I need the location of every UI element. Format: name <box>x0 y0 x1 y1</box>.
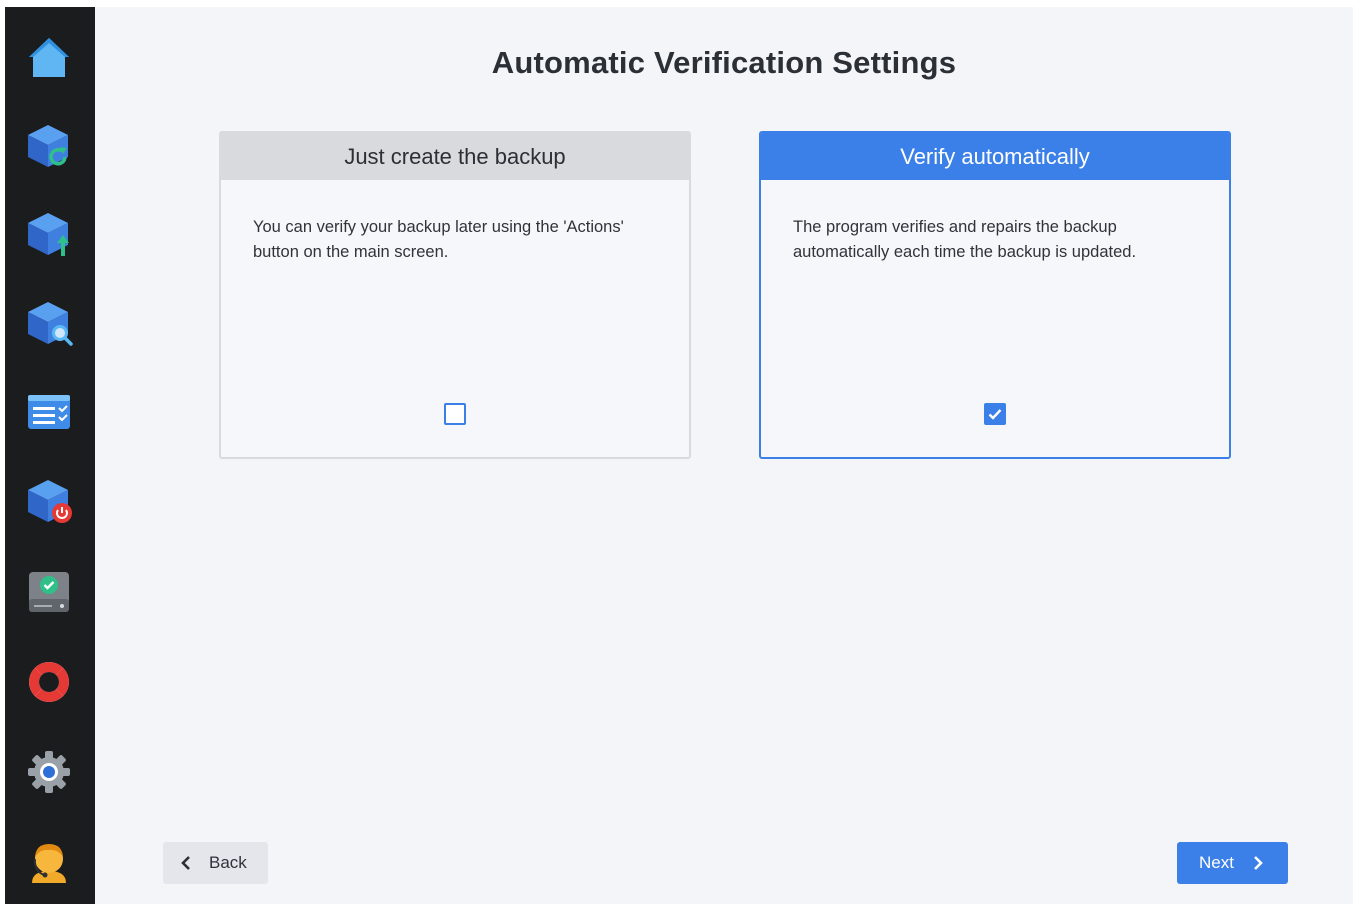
option-card-description: The program verifies and repairs the bac… <box>793 218 1137 261</box>
back-button[interactable]: Back <box>163 842 268 884</box>
option-card-description: You can verify your backup later using t… <box>253 218 624 261</box>
sidebar <box>5 7 95 904</box>
sidebar-item-disk-check[interactable] <box>21 564 77 620</box>
option-card-verify-automatically[interactable]: Verify automatically The program verifie… <box>759 131 1231 459</box>
sidebar-item-backup-update[interactable] <box>21 118 77 174</box>
sidebar-item-home[interactable] <box>21 30 77 86</box>
option-checkbox-just-backup[interactable] <box>444 403 466 425</box>
backup-refresh-icon <box>28 125 68 167</box>
next-button-label: Next <box>1199 853 1234 872</box>
sidebar-item-support[interactable] <box>21 834 77 890</box>
option-checkbox-verify-automatically[interactable] <box>984 403 1006 425</box>
drive-check-icon <box>29 572 69 612</box>
sidebar-item-backup-explore[interactable] <box>21 295 77 351</box>
backup-upload-icon <box>28 213 69 256</box>
sidebar-item-help[interactable] <box>21 654 77 710</box>
backup-search-icon <box>28 302 73 346</box>
app-window: Automatic Verification Settings Just cre… <box>5 7 1353 904</box>
checkmark-icon <box>988 409 1002 420</box>
support-agent-icon <box>32 844 66 883</box>
task-list-icon <box>28 395 70 429</box>
page-title: Automatic Verification Settings <box>491 45 957 80</box>
sidebar-item-backup-upload[interactable] <box>21 206 77 262</box>
sidebar-item-task-list[interactable] <box>21 384 77 440</box>
option-card-title: Just create the backup <box>221 133 689 180</box>
option-card-title: Verify automatically <box>761 133 1229 180</box>
chevron-left-icon <box>180 855 192 871</box>
back-button-label: Back <box>209 853 247 872</box>
backup-power-icon <box>28 480 72 523</box>
next-button[interactable]: Next <box>1177 842 1288 884</box>
chevron-right-icon <box>1252 855 1264 871</box>
lifebuoy-icon <box>29 662 69 702</box>
sidebar-item-backup-shutdown[interactable] <box>21 473 77 529</box>
option-card-just-backup[interactable]: Just create the backup You can verify yo… <box>219 131 691 459</box>
gear-icon <box>28 751 70 793</box>
sidebar-item-settings[interactable] <box>21 744 77 800</box>
home-icon <box>29 38 69 77</box>
